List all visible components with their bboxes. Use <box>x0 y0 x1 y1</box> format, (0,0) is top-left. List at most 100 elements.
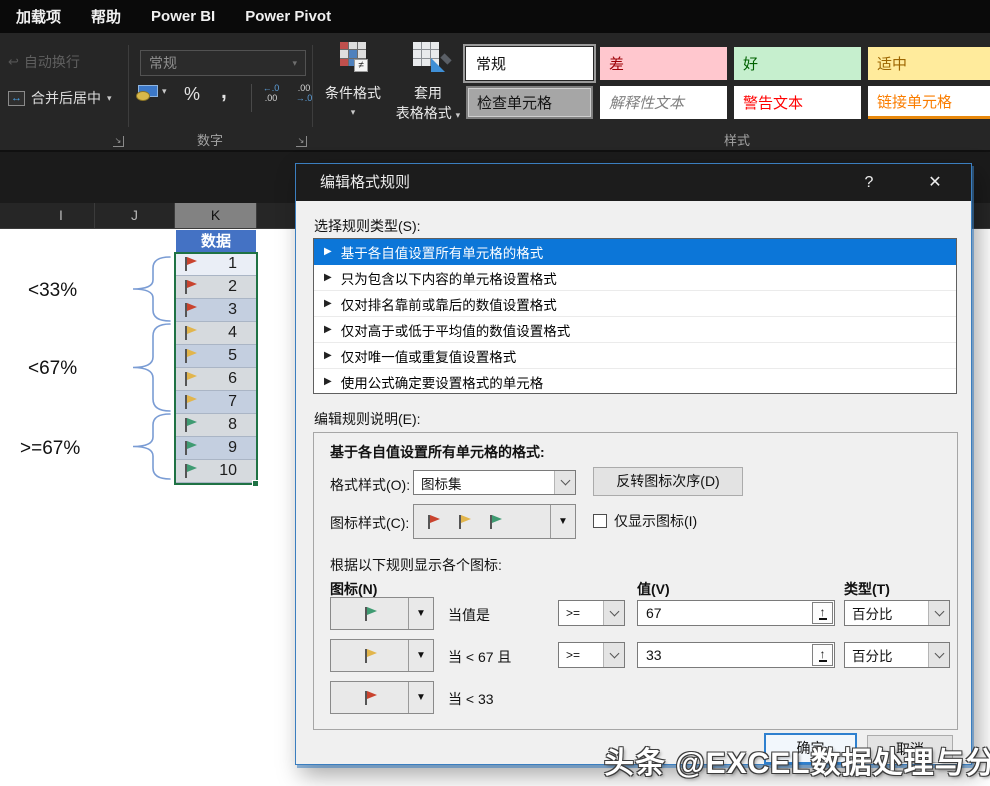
increase-decimal-icon: ←.0 <box>256 83 286 93</box>
cell-k11[interactable]: 10 <box>176 460 256 483</box>
chevron-down-icon: ▾ <box>107 93 112 104</box>
excel-window: 加载项 帮助 Power BI Power Pivot ↩ 自动换行 ↔ 合并后… <box>0 0 990 786</box>
flag-icon <box>181 463 199 479</box>
column-header-i[interactable]: I <box>28 203 95 228</box>
flag-icon <box>181 348 199 364</box>
reverse-icon-order-button[interactable]: 反转图标次序(D) <box>593 467 743 496</box>
dropdown-icon: ▼ <box>409 692 433 703</box>
rule2-type-combo[interactable]: 百分比 <box>844 642 950 668</box>
close-icon[interactable]: ✕ <box>918 164 952 201</box>
tab-help[interactable]: 帮助 <box>91 6 121 27</box>
flag-icon <box>361 648 379 664</box>
cell-k8[interactable]: 7 <box>176 391 256 414</box>
cell-k4[interactable]: 3 <box>176 299 256 322</box>
cell-style-explanatory[interactable]: 解释性文本 <box>600 86 727 119</box>
annotation-lt67: <67% <box>28 358 77 380</box>
rule-type-item-0[interactable]: ▶基于各自值设置所有单元格的格式 <box>314 239 956 265</box>
triangle-marker-icon: ▶ <box>324 350 332 361</box>
format-as-table-label-1: 套用 <box>392 83 464 103</box>
tab-addins[interactable]: 加载项 <box>16 6 61 27</box>
not-equal-icon: ≠ <box>354 59 368 72</box>
flag-icon <box>181 279 199 295</box>
rule-type-item-1[interactable]: ▶只为包含以下内容的单元格设置格式 <box>314 265 956 291</box>
dialog-title: 编辑格式规则 <box>320 174 410 191</box>
cell-style-good[interactable]: 好 <box>734 47 861 80</box>
decrease-decimal-button[interactable]: .00 →.0 <box>289 83 319 103</box>
groupbox-heading: 基于各自值设置所有单元格的格式: <box>330 442 545 462</box>
rule2-collapse-button[interactable]: ↑ <box>812 644 833 666</box>
cell-style-neutral[interactable]: 适中 <box>868 47 990 80</box>
cell-k3[interactable]: 2 <box>176 276 256 299</box>
dialog-titlebar: 编辑格式规则 ? ✕ <box>296 164 971 201</box>
flag-icon <box>181 394 199 410</box>
alignment-dialog-launcher-icon[interactable]: ↘ <box>113 136 124 147</box>
flag-icon <box>486 514 504 530</box>
column-header-j[interactable]: J <box>95 203 175 228</box>
merge-center-button[interactable]: ↔ 合并后居中 ▾ <box>8 88 112 108</box>
brush-icon <box>431 58 445 72</box>
cell-style-linked-cell[interactable]: 链接单元格 <box>868 86 990 119</box>
chevron-down-icon: ▾ <box>162 86 167 97</box>
rule2-icon-combo[interactable]: ▼ <box>330 639 434 672</box>
help-icon[interactable]: ? <box>852 164 886 201</box>
triangle-marker-icon: ▶ <box>324 324 332 335</box>
annotation-gte67: >=67% <box>20 438 80 460</box>
rule1-value-field: ↑ <box>637 600 835 626</box>
show-icon-only-checkbox[interactable] <box>593 514 607 528</box>
merge-center-label: 合并后居中 <box>31 88 101 108</box>
rule-type-item-5[interactable]: ▶使用公式确定要设置格式的单元格 <box>314 369 956 394</box>
rule-type-item-4[interactable]: ▶仅对唯一值或重复值设置格式 <box>314 343 956 369</box>
comma-style-button[interactable]: , <box>221 80 227 104</box>
increase-decimal-icon-row2: .00 <box>256 93 286 103</box>
number-format-combo[interactable]: 常规 ▾ <box>140 50 306 76</box>
increase-decimal-button[interactable]: ←.0 .00 <box>256 83 286 103</box>
cell-style-bad[interactable]: 差 <box>600 47 727 80</box>
number-dialog-launcher-icon[interactable]: ↘ <box>296 136 307 147</box>
format-style-label: 格式样式(O): <box>330 475 410 495</box>
cell-k2[interactable]: 1 <box>176 253 256 276</box>
cell-k9[interactable]: 8 <box>176 414 256 437</box>
rule1-value-input[interactable] <box>638 601 834 625</box>
styles-group-label: 样式 <box>697 130 777 146</box>
rule1-type-combo[interactable]: 百分比 <box>844 600 950 626</box>
triangle-marker-icon: ▶ <box>324 246 332 257</box>
show-icon-only-option[interactable]: 仅显示图标(I) <box>593 511 697 531</box>
fill-handle[interactable] <box>252 480 259 487</box>
group-separator <box>312 45 313 127</box>
chevron-down-icon <box>554 471 575 494</box>
cell-k7[interactable]: 6 <box>176 368 256 391</box>
cell-style-check-cell[interactable]: 检查单元格 <box>466 86 593 119</box>
decrease-decimal-icon: .00 <box>289 83 319 93</box>
format-style-combo[interactable]: 图标集 <box>413 470 576 495</box>
watermark-text: 头条 @EXCEL数据处理与分析 <box>604 738 990 782</box>
decrease-decimal-icon-row2: →.0 <box>289 93 319 103</box>
rule2-value-input[interactable] <box>638 643 834 667</box>
rule-type-item-2[interactable]: ▶仅对排名靠前或靠后的数值设置格式 <box>314 291 956 317</box>
rule2-operator-combo[interactable]: >= <box>558 642 625 668</box>
cell-k6[interactable]: 5 <box>176 345 256 368</box>
cell-style-warning-text[interactable]: 警告文本 <box>734 86 861 119</box>
data-header-cell[interactable]: 数据 <box>176 230 256 253</box>
format-as-table-button[interactable]: 套用 表格格式 ▾ <box>392 42 464 123</box>
flag-icon <box>181 256 199 272</box>
show-icon-only-label: 仅显示图标(I) <box>614 511 697 531</box>
separator <box>251 84 252 112</box>
tab-power-bi[interactable]: Power BI <box>151 8 215 25</box>
cell-k10[interactable]: 9 <box>176 437 256 460</box>
conditional-formatting-label: 条件格式 <box>318 83 388 103</box>
cell-k5[interactable]: 4 <box>176 322 256 345</box>
cell-style-normal[interactable]: 常规 <box>466 47 593 80</box>
rule3-icon-combo[interactable]: ▼ <box>330 681 434 714</box>
currency-format-button[interactable]: ▾ <box>138 85 167 97</box>
rule-type-item-3[interactable]: ▶仅对高于或低于平均值的数值设置格式 <box>314 317 956 343</box>
column-header-k[interactable]: K <box>175 203 257 228</box>
percent-style-button[interactable]: % <box>184 84 200 105</box>
rule1-operator-combo[interactable]: >= <box>558 600 625 626</box>
tab-power-pivot[interactable]: Power Pivot <box>245 8 331 25</box>
conditional-formatting-button[interactable]: ≠ 条件格式 ▾ <box>318 42 388 118</box>
wrap-text-button[interactable]: ↩ 自动换行 <box>8 52 80 72</box>
rule1-icon-combo[interactable]: ▼ <box>330 597 434 630</box>
edit-formatting-rule-dialog: 编辑格式规则 ? ✕ 选择规则类型(S): ▶基于各自值设置所有单元格的格式 ▶… <box>295 163 972 765</box>
icon-style-combo[interactable]: ▼ <box>413 504 576 539</box>
rule1-collapse-button[interactable]: ↑ <box>812 602 833 624</box>
